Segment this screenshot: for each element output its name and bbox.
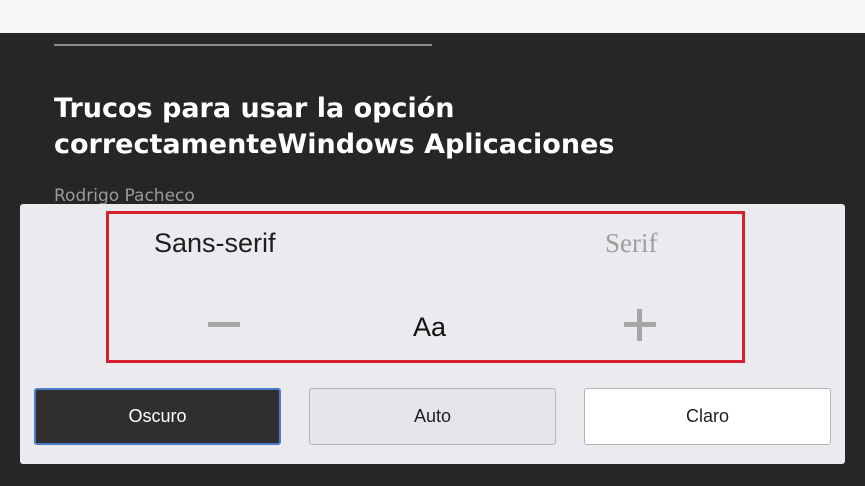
top-bar bbox=[0, 0, 865, 33]
theme-dark-button[interactable]: Oscuro bbox=[34, 388, 281, 445]
article-title: Trucos para usar la opción correctamente… bbox=[54, 91, 754, 163]
font-option-sans-serif[interactable]: Sans-serif bbox=[154, 228, 276, 259]
divider bbox=[54, 44, 432, 46]
theme-dark-label: Oscuro bbox=[128, 406, 187, 426]
article-title-line-1: Trucos para usar la opción bbox=[54, 93, 455, 124]
article-author: Rodrigo Pacheco bbox=[54, 186, 195, 206]
theme-light-button[interactable]: Claro bbox=[584, 388, 831, 445]
font-option-serif[interactable]: Serif bbox=[605, 228, 657, 259]
reader-settings-panel: Sans-serif Serif Aa Oscuro Auto Claro bbox=[20, 204, 845, 464]
theme-auto-button[interactable]: Auto bbox=[309, 388, 556, 445]
font-size-label: Aa bbox=[413, 312, 447, 342]
decrease-font-size-button[interactable] bbox=[206, 308, 242, 344]
increase-font-size-button[interactable] bbox=[622, 308, 658, 344]
theme-auto-label: Auto bbox=[413, 406, 452, 426]
theme-light-label: Claro bbox=[685, 406, 729, 426]
article-title-line-2: correctamenteWindows Aplicaciones bbox=[54, 129, 615, 160]
